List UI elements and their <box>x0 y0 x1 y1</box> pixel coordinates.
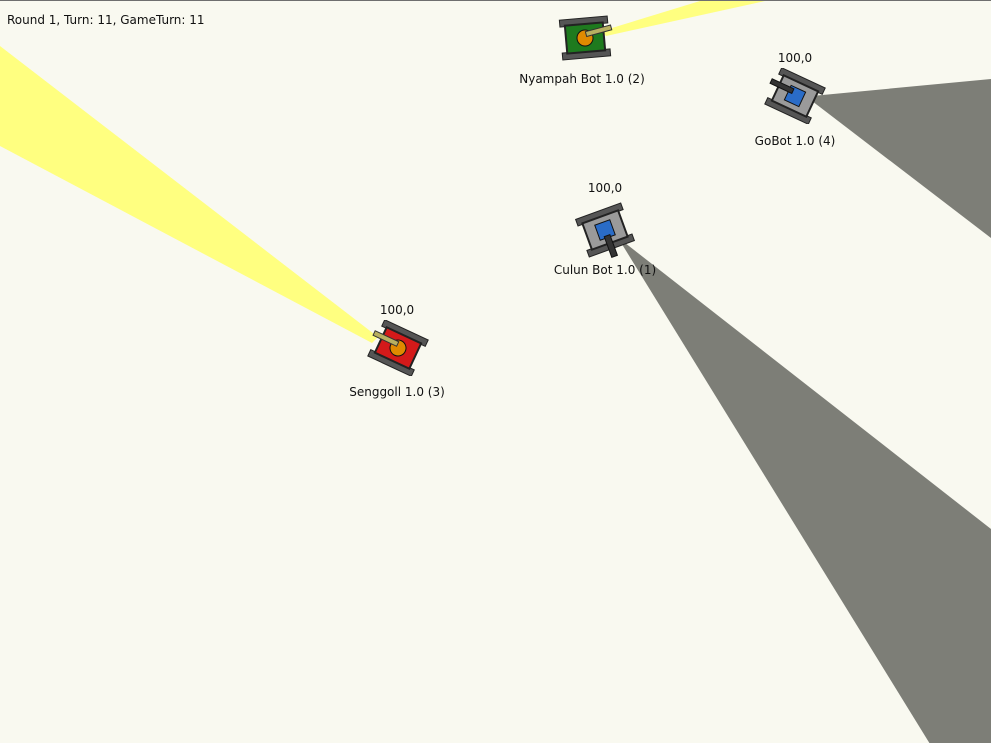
robot-tank-gobot[interactable] <box>763 68 827 124</box>
radar-scan-nyampah <box>602 1 765 36</box>
radar-scan-senggoll <box>0 46 378 343</box>
radar-scan-gobot <box>812 79 991 238</box>
robot-name: GoBot 1.0 (4) <box>754 134 836 148</box>
robot-tank-culun[interactable] <box>574 202 636 258</box>
robot-name: Nyampah Bot 1.0 (2) <box>519 72 645 86</box>
robot-energy: 100,0 <box>379 303 415 317</box>
robot-tank-senggoll[interactable] <box>366 320 430 376</box>
round-status: Round 1, Turn: 11, GameTurn: 11 <box>7 13 205 27</box>
radar-scan-culun <box>620 239 991 743</box>
battlefield: Round 1, Turn: 11, GameTurn: 11 100,0 Cu… <box>0 0 991 743</box>
robot-tank-nyampah[interactable] <box>555 10 615 66</box>
robot-name: Senggoll 1.0 (3) <box>349 385 445 399</box>
radar-scan-layer <box>0 1 991 743</box>
robot-name: Culun Bot 1.0 (1) <box>553 263 657 277</box>
robot-energy: 100,0 <box>587 181 623 195</box>
robot-energy: 100,0 <box>777 51 813 65</box>
